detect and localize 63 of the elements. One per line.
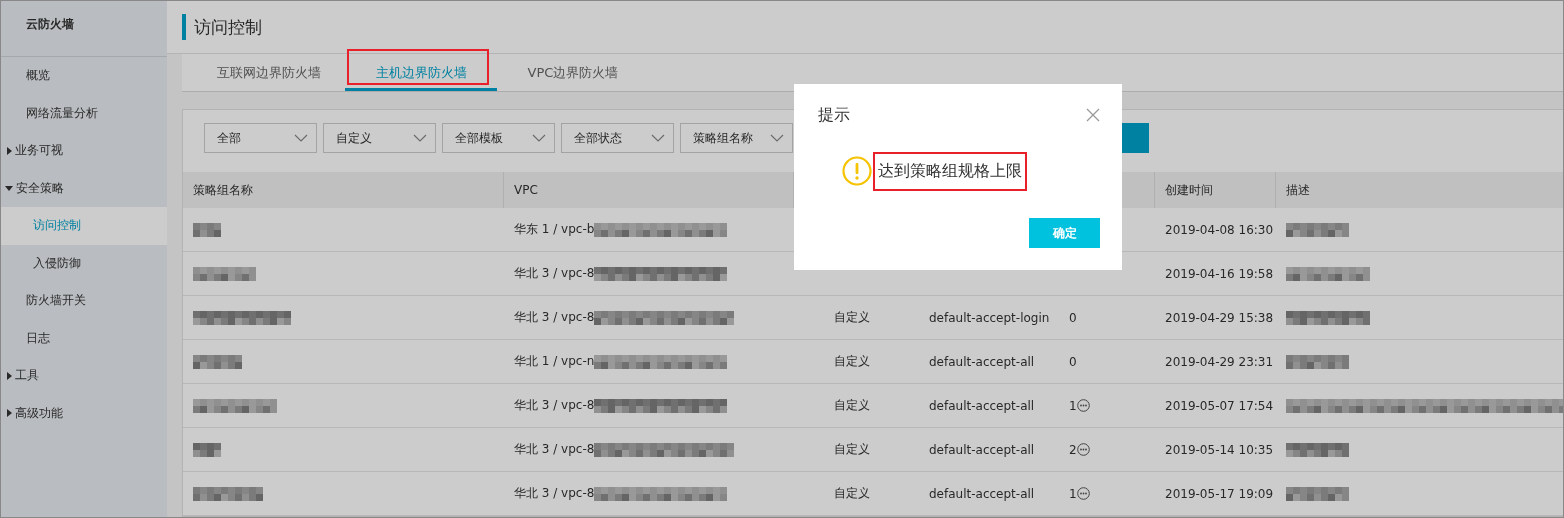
dropdown[interactable]: 全部 — [204, 123, 317, 153]
sidebar-item[interactable]: 工具 — [1, 357, 167, 395]
table-cell: default-accept-login — [929, 310, 1050, 325]
sidebar-item[interactable]: 网络流量分析 — [1, 94, 167, 132]
chevron-down-icon — [651, 134, 665, 142]
warning-icon — [842, 156, 872, 186]
table-cell: 自定义 — [834, 353, 870, 370]
caret-right-icon — [7, 409, 12, 418]
dropdown[interactable]: 策略组名称 — [680, 123, 793, 153]
table-cell: 2019-05-17 19:09 — [1165, 486, 1274, 501]
column-header: 策略组名称 — [183, 172, 504, 208]
alert-message: 达到策略组规格上限 — [878, 160, 1022, 182]
caret-right-icon — [7, 371, 12, 380]
close-icon — [1086, 108, 1100, 122]
table-cell: 华北 3 / vpc-8 — [514, 265, 595, 282]
dropdown[interactable]: 全部模板 — [442, 123, 555, 153]
chevron-down-icon — [294, 134, 308, 142]
table-cell: 2019-05-14 10:35 — [1165, 442, 1274, 457]
table-cell: default-accept-all — [929, 486, 1035, 501]
table-cell: 华北 1 / vpc-n — [514, 353, 595, 370]
chevron-down-icon — [770, 134, 784, 142]
table-cell: 1 — [1069, 398, 1077, 413]
table-cell: 华北 3 / vpc-8 — [514, 485, 595, 502]
dropdown[interactable]: 全部状态 — [561, 123, 674, 153]
sidebar-item[interactable]: 高级功能 — [1, 394, 167, 432]
sidebar-item[interactable]: 入侵防御 — [1, 244, 167, 282]
caret-down-icon — [5, 185, 13, 191]
sidebar-item[interactable]: 安全策略 — [1, 169, 167, 207]
table-cell: 2019-04-16 19:58 — [1165, 266, 1274, 281]
sidebar-item[interactable]: 防火墙开关 — [1, 282, 167, 320]
table-cell: 自定义 — [834, 309, 870, 326]
sidebar-item[interactable]: 概览 — [1, 57, 167, 95]
table-cell: 2019-04-29 15:38 — [1165, 310, 1274, 325]
column-header: 创建时间 — [1155, 172, 1276, 208]
table-cell: 2019-04-29 23:31 — [1165, 354, 1274, 369]
page-title: 访问控制 — [194, 15, 262, 39]
dropdown[interactable]: 自定义 — [323, 123, 436, 153]
table-cell: 华北 3 / vpc-8 — [514, 397, 595, 414]
tab[interactable]: VPC边界防火墙 — [497, 54, 649, 91]
table-cell: 自定义 — [834, 397, 870, 414]
table-cell: 自定义 — [834, 485, 870, 502]
table-cell: 0 — [1069, 354, 1077, 369]
table-cell: default-accept-all — [929, 442, 1035, 457]
table-cell: 2 — [1069, 442, 1077, 457]
tab[interactable]: 互联网边界防火墙 — [193, 54, 345, 91]
table-cell: 自定义 — [834, 441, 870, 458]
chevron-down-icon — [413, 134, 427, 142]
table-cell: default-accept-all — [929, 354, 1035, 369]
table-cell: 2019-05-07 17:54 — [1165, 398, 1274, 413]
table-cell: 1 — [1069, 486, 1077, 501]
caret-right-icon — [7, 146, 12, 155]
table-cell: 2019-04-08 16:30 — [1165, 222, 1274, 237]
sidebar-item[interactable]: 业务可视 — [1, 132, 167, 170]
column-header: 描述 — [1285, 181, 1311, 199]
table-cell: default-accept-all — [929, 398, 1035, 413]
table-cell: 0 — [1069, 310, 1077, 325]
sidebar-item[interactable]: 日志 — [1, 319, 167, 357]
table-cell: 华北 3 / vpc-8 — [514, 309, 595, 326]
title-accent-bar — [182, 14, 186, 40]
table-cell: 华东 1 / vpc-b — [514, 221, 595, 238]
table-cell: 华北 3 / vpc-8 — [514, 441, 595, 458]
chevron-down-icon — [532, 134, 546, 142]
dialog-title: 提示 — [818, 104, 850, 126]
